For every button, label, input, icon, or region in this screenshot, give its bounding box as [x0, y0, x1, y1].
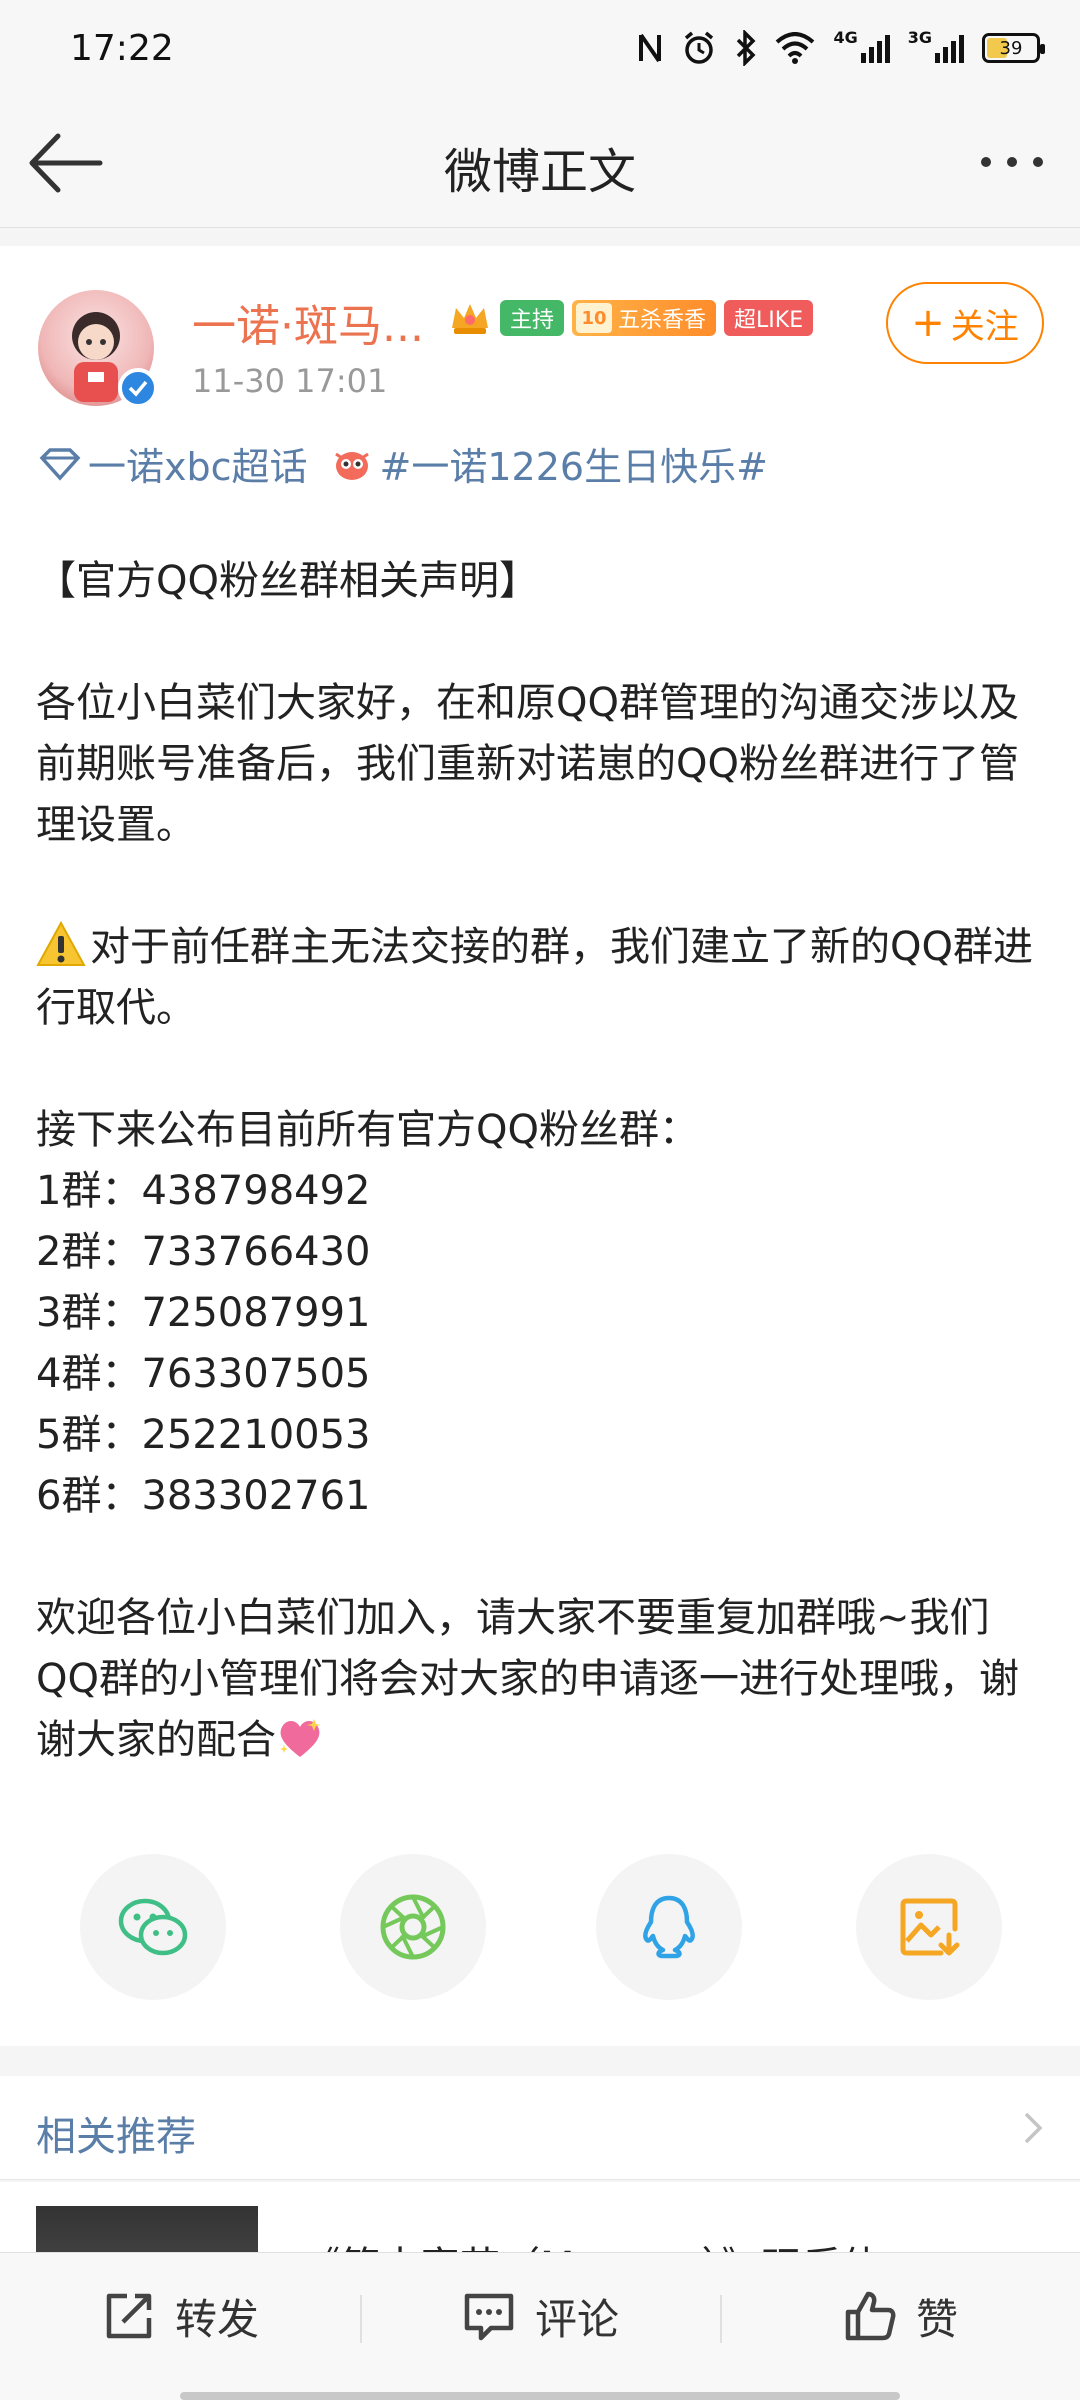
- fan-level-badge[interactable]: 10 五杀香香: [572, 300, 717, 336]
- topic-links: 一诺xbc超话 #一诺1226生日快乐#: [36, 436, 768, 491]
- related-title: 相关推荐: [36, 2114, 196, 2160]
- post-timestamp: 11-30 17:01: [192, 362, 388, 400]
- follow-button[interactable]: + 关注: [886, 282, 1044, 364]
- nfc-icon: [637, 28, 663, 68]
- recommend-thumbnail: [36, 2206, 258, 2252]
- mascot-icon: [334, 451, 369, 480]
- chevron-right-icon: [1024, 2112, 1043, 2144]
- like-label: 赞: [915, 2294, 958, 2344]
- hashtag-link[interactable]: #一诺1226生日快乐#: [328, 436, 768, 491]
- user-badges: 主持 10 五杀香香 超LIKE: [448, 298, 814, 338]
- qq-group-6: 6群：383302761: [36, 1473, 371, 1519]
- supertopic-link[interactable]: 一诺xbc超话: [36, 436, 308, 491]
- signal-3g-icon: 3G: [908, 28, 964, 68]
- comment-icon: [464, 2293, 514, 2341]
- share-row: [0, 1854, 1080, 2004]
- qq-group-1: 1群：438798492: [36, 1168, 371, 1214]
- post-content: 【官方QQ粉丝群相关声明】 各位小白菜们大家好，在和原QQ群管理的沟通交涉以及前…: [36, 551, 1046, 1771]
- wechat-icon: [118, 1898, 188, 1956]
- moments-icon: [380, 1894, 446, 1960]
- hashtag-label: #一诺1226生日快乐#: [379, 445, 768, 489]
- repost-label: 转发: [174, 2294, 259, 2344]
- related-recommend-header[interactable]: 相关推荐: [0, 2076, 1080, 2180]
- post-card: 一诺·斑马... 主持 10 五杀香香 超LIKE 11-30 17:01 + …: [0, 246, 1080, 2046]
- status-time: 17:22: [70, 27, 174, 69]
- author-name[interactable]: 一诺·斑马...: [192, 290, 424, 354]
- qq-icon: [643, 1895, 695, 1959]
- sparkling-heart-icon: [280, 1719, 321, 1757]
- follow-label: 关注: [950, 306, 1019, 347]
- fan-level-text: 五杀香香: [618, 308, 707, 333]
- battery-level: 39: [999, 37, 1023, 59]
- app-header: 微博正文: [0, 96, 1080, 228]
- signal-4g-icon: 4G: [833, 28, 890, 68]
- bottom-toolbar: 转发 评论 赞: [0, 2252, 1080, 2400]
- plus-icon: +: [911, 300, 945, 346]
- fan-level-number: 10: [576, 303, 613, 333]
- verified-badge-icon: [118, 368, 158, 408]
- status-bar: 17:22 4G 3G 39: [0, 0, 1080, 96]
- diamond-icon: [39, 447, 81, 481]
- share-wechat-button[interactable]: [80, 1854, 226, 2000]
- recommend-title: 《第十家节（M..........）》玩后体: [300, 2234, 882, 2252]
- host-badge[interactable]: 主持: [500, 300, 565, 336]
- more-dot-icon: [981, 157, 991, 167]
- alarm-icon: [681, 28, 717, 68]
- qq-group-3: 3群：725087991: [36, 1290, 371, 1336]
- crown-badge-icon[interactable]: [448, 298, 492, 338]
- qq-group-5: 5群：252210053: [36, 1412, 371, 1458]
- recommend-item[interactable]: 《第十家节（M..........）》玩后体: [0, 2182, 1080, 2252]
- share-qq-button[interactable]: [596, 1854, 742, 2000]
- share-moments-button[interactable]: [340, 1854, 486, 2000]
- battery-icon: 39: [982, 33, 1045, 63]
- super-like-badge[interactable]: 超LIKE: [724, 300, 814, 336]
- save-image-icon: [900, 1898, 960, 1956]
- group-list-intro: 接下来公布目前所有官方QQ粉丝群：: [36, 1107, 699, 1153]
- wifi-icon: [775, 28, 815, 68]
- status-icons: 4G 3G 39: [637, 28, 1045, 68]
- qq-group-4: 4群：763307505: [36, 1351, 371, 1397]
- post-closing: 欢迎各位小白菜们加入，请大家不要重复加群哦~我们QQ群的小管理们将会对大家的申请…: [36, 1588, 1046, 1771]
- comment-button[interactable]: 评论: [360, 2253, 720, 2379]
- repost-icon: [106, 2293, 152, 2339]
- qq-group-2: 2群：733766430: [36, 1229, 371, 1275]
- like-button[interactable]: 赞: [720, 2253, 1080, 2379]
- warning-icon: [36, 920, 86, 966]
- post-closing-text: 欢迎各位小白菜们加入，请大家不要重复加群哦~我们QQ群的小管理们将会对大家的申请…: [36, 1595, 1019, 1763]
- comment-label: 评论: [534, 2294, 619, 2344]
- post-paragraph-2-text: 对于前任群主无法交接的群，我们建立了新的QQ群进行取代。: [36, 924, 1033, 1031]
- home-indicator[interactable]: [180, 2392, 900, 2400]
- save-image-button[interactable]: [856, 1854, 1002, 2000]
- post-paragraph-1: 各位小白菜们大家好，在和原QQ群管理的沟通交涉以及前期账号准备后，我们重新对诺崽…: [36, 680, 1019, 848]
- repost-button[interactable]: 转发: [0, 2253, 360, 2379]
- thumbs-up-icon: [845, 2291, 896, 2341]
- post-headline: 【官方QQ粉丝群相关声明】: [36, 558, 539, 604]
- page-title: 微博正文: [443, 144, 636, 200]
- bluetooth-icon: [735, 28, 757, 68]
- post-paragraph-2: 对于前任群主无法交接的群，我们建立了新的QQ群进行取代。: [36, 917, 1046, 1039]
- supertopic-label: 一诺xbc超话: [88, 445, 308, 489]
- more-options-button[interactable]: [972, 146, 1052, 178]
